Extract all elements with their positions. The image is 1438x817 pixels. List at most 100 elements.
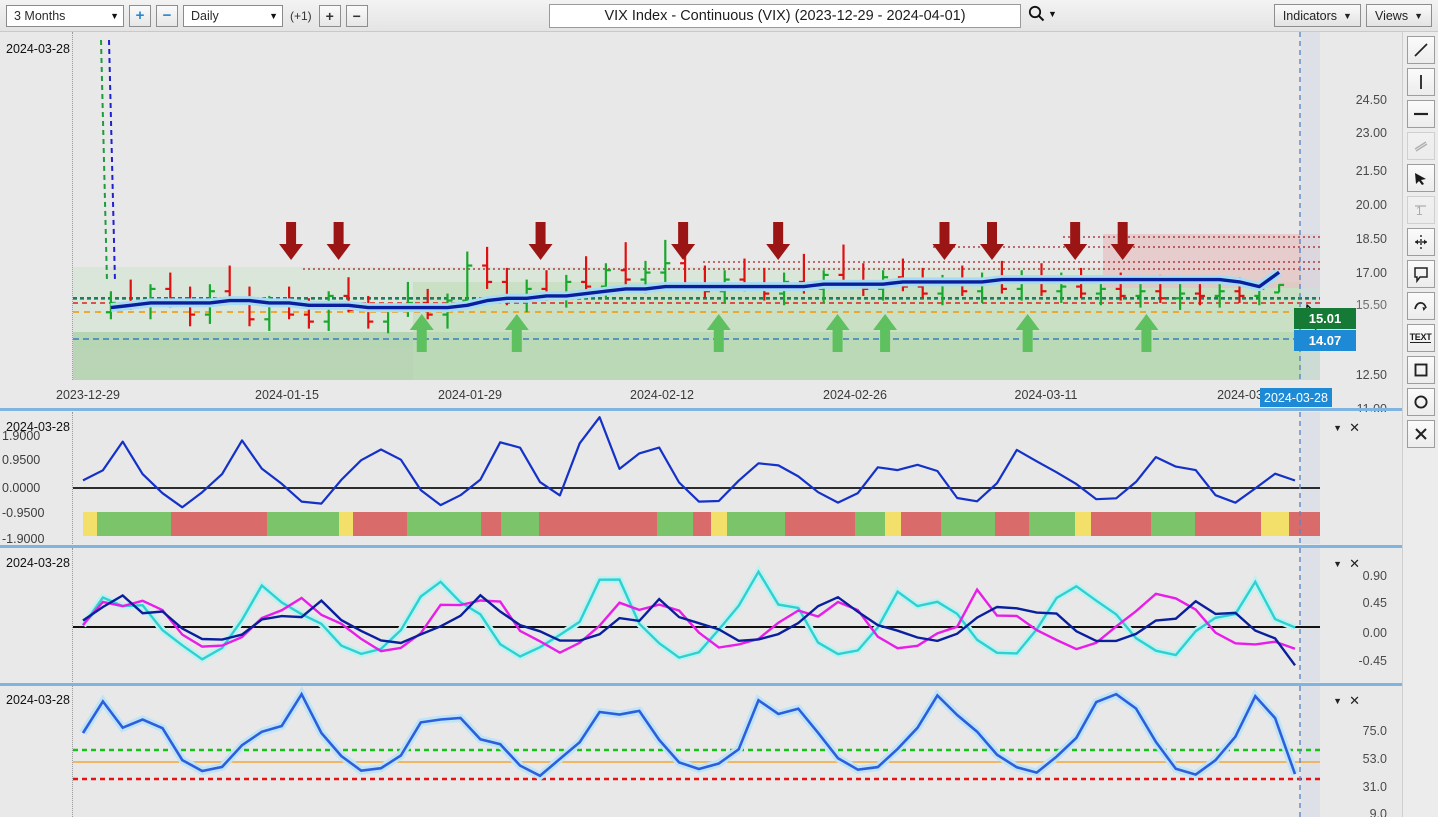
y-tick: 0.90	[1362, 569, 1387, 583]
price-legend-date: 2024-03-28	[6, 42, 70, 56]
y-tick: 15.50	[1355, 298, 1387, 312]
x-tick: 2024-02-26	[823, 388, 887, 402]
y-tick: 24.50	[1355, 93, 1387, 107]
symbol-title-field[interactable]: VIX Index - Continuous (VIX) (2023-12-29…	[549, 4, 1021, 28]
y-tick: 75.0	[1362, 724, 1387, 738]
rsi-panel-controls: ▼ ✕	[1333, 693, 1360, 709]
interval-select[interactable]: Daily ▼	[183, 4, 283, 27]
cycle-measure-tool[interactable]	[1406, 228, 1435, 256]
indicators-label: Indicators	[1282, 8, 1338, 23]
rsi-chart-svg	[73, 686, 1320, 817]
rsi-panel: 2024-03-28 RSI 31.2 75.0 53.0 3	[0, 686, 1402, 817]
neuralx-panel: 2024-03-28 NeuralX.Strength -0.0724 Neur…	[0, 412, 1402, 546]
price-x-axis: 2023-12-29 2024-01-15 2024-01-29 2024-02…	[0, 388, 1402, 408]
y-tick: 0.9500	[2, 453, 41, 467]
parallel-lines-tool[interactable]	[1406, 132, 1435, 160]
ellipse-tool[interactable]	[1406, 388, 1435, 416]
y-tick: 0.00	[1362, 626, 1387, 640]
y-tick: 53.0	[1362, 752, 1387, 766]
y-tick: 1.9000	[2, 429, 41, 443]
neuralx-strength-line	[82, 416, 1296, 509]
diff-panel: 2024-03-28 Short.Diff 0.00 Medium.Diff -…	[0, 548, 1402, 682]
y-tick: 12.50	[1355, 368, 1387, 382]
chevron-down-icon[interactable]: ▼	[1048, 9, 1057, 19]
neuralx-y-axis: 1.9000 0.9500 0.0000 -0.9500 -1.9000	[0, 412, 70, 546]
y-tick: -0.45	[1358, 654, 1388, 668]
text-tool-glyph: TEXT	[1409, 331, 1432, 344]
close-icon[interactable]: ✕	[1349, 556, 1360, 572]
x-tick: 2024-01-15	[255, 388, 319, 402]
chevron-down-icon[interactable]: ▼	[1333, 696, 1342, 706]
ray-pointer-tool[interactable]	[1406, 164, 1435, 192]
retracement-tool[interactable]: 1	[1406, 196, 1435, 224]
neuralx-chart-svg	[73, 412, 1320, 544]
trendline-tool[interactable]	[1406, 36, 1435, 64]
rsi-legend-date: 2024-03-28	[6, 693, 70, 707]
interval-decrease-button[interactable]: −	[345, 4, 368, 27]
panel-divider[interactable]	[0, 408, 1402, 411]
y-tick: -1.9000	[2, 532, 45, 546]
interval-increase-button[interactable]: +	[318, 4, 341, 27]
interval-offset-label: (+1)	[290, 8, 312, 23]
x-tick: 2024-03-11	[1014, 388, 1078, 402]
close-icon[interactable]: ✕	[1349, 693, 1360, 709]
chevron-down-icon: ▼	[1414, 10, 1423, 21]
chevron-down-icon: ▼	[269, 10, 278, 21]
y-tick: -0.9500	[2, 506, 45, 520]
arc-curve-tool[interactable]	[1406, 292, 1435, 320]
y-tick: 0.0000	[2, 481, 41, 495]
diff-legend-date: 2024-03-28	[6, 556, 70, 570]
short-diff-glow	[80, 564, 1297, 664]
delete-drawings-tool[interactable]	[1406, 420, 1435, 448]
range-increase-button[interactable]: +	[129, 4, 151, 27]
y-tick: 21.50	[1355, 164, 1387, 178]
neuralx-max-strip	[83, 512, 1320, 536]
chevron-down-icon: ▼	[110, 10, 119, 21]
vertical-line-tool[interactable]	[1406, 68, 1435, 96]
range-select[interactable]: 3 Months ▼	[6, 4, 124, 27]
horizontal-line-tool[interactable]	[1406, 100, 1435, 128]
diff-plot-area[interactable]	[72, 548, 1320, 682]
close-icon[interactable]: ✕	[1349, 420, 1360, 436]
price-plot-area[interactable]	[72, 32, 1320, 380]
rectangle-tool[interactable]	[1406, 356, 1435, 384]
search-control[interactable]: ▼	[1028, 5, 1057, 22]
price-panel: 2024-03-28 Bar Monthly Open 14.84 Weekly…	[0, 32, 1402, 416]
y-tick: 18.50	[1355, 232, 1387, 246]
projection-column	[1301, 686, 1320, 817]
neuralx-panel-controls: ▼ ✕	[1333, 420, 1360, 436]
callout-tool[interactable]	[1406, 260, 1435, 288]
last-price-tag: 14.07	[1294, 330, 1356, 351]
diff-panel-controls: ▼ ✕	[1333, 556, 1360, 572]
range-select-value: 3 Months	[14, 8, 66, 23]
y-tick: 31.0	[1362, 780, 1387, 794]
yearly-entry-line	[108, 39, 116, 283]
x-tick: 2024-02-12	[630, 388, 694, 402]
text-tool[interactable]: TEXT	[1406, 324, 1435, 352]
quarter-entry-line	[100, 39, 108, 283]
x-tick: 2024-03	[1217, 388, 1263, 402]
views-button[interactable]: Views ▼	[1365, 4, 1432, 27]
chevron-down-icon[interactable]: ▼	[1333, 423, 1342, 433]
y-tick: 9.0	[1369, 807, 1387, 817]
chevron-down-icon: ▼	[1343, 10, 1352, 21]
projection-column	[1301, 548, 1320, 682]
x-tick: 2024-01-29	[438, 388, 502, 402]
indicators-button[interactable]: Indicators ▼	[1273, 4, 1361, 27]
y-tick: 23.00	[1355, 126, 1387, 140]
neuralx-plot-area[interactable]	[72, 412, 1320, 544]
diff-chart-svg	[73, 548, 1320, 682]
rsi-glow	[79, 686, 1299, 781]
search-icon[interactable]	[1028, 5, 1045, 22]
rsi-plot-area[interactable]	[72, 686, 1320, 817]
drawing-toolbar: 1 TEXT	[1402, 32, 1438, 817]
x-tick: 2023-12-29	[56, 388, 120, 402]
y-tick: 20.00	[1355, 198, 1387, 212]
chevron-down-icon[interactable]: ▼	[1333, 559, 1342, 569]
y-tick: 17.00	[1355, 266, 1387, 280]
interval-select-value: Daily	[191, 8, 219, 23]
views-label: Views	[1374, 8, 1409, 23]
range-decrease-button[interactable]: −	[156, 4, 178, 27]
price-chart-svg	[73, 32, 1320, 380]
y-tick: 0.45	[1362, 596, 1387, 610]
